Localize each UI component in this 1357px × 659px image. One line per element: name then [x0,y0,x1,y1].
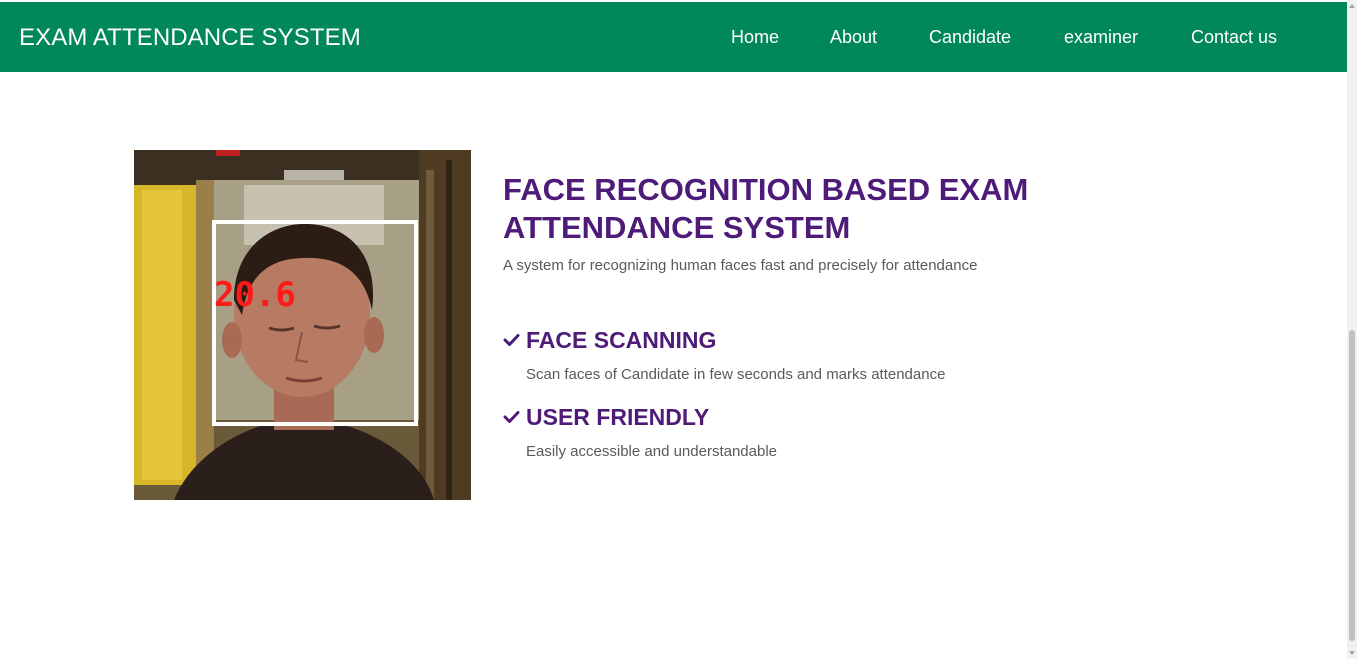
page-title: FACE RECOGNITION BASED EXAM ATTENDANCE S… [503,172,1029,245]
face-score-label: 20.6 [214,275,296,315]
feature-description: Scan faces of Candidate in few seconds a… [526,366,946,383]
brand-title[interactable]: EXAM ATTENDANCE SYSTEM [19,23,361,53]
nav-item-contact-us[interactable]: Contact us [1191,25,1277,49]
nav-item-home[interactable]: Home [731,25,779,49]
nav-item-about[interactable]: About [830,25,877,49]
scroll-down-arrow-icon[interactable] [1349,651,1355,655]
scroll-up-arrow-icon[interactable] [1349,4,1355,8]
scrollbar-thumb[interactable] [1349,330,1355,641]
feature-description: Easily accessible and understandable [526,443,777,460]
face-recognition-photo: 20.6 [134,150,471,500]
check-icon [503,334,520,346]
page-subtitle: A system for recognizing human faces fas… [503,257,978,274]
feature-user-friendly-heading: USER FRIENDLY [503,403,709,431]
check-icon [503,411,520,423]
feature-title: USER FRIENDLY [526,404,710,430]
vertical-scrollbar[interactable] [1347,0,1357,659]
feature-face-scanning-heading: FACE SCANNING [503,326,716,354]
nav-item-examiner[interactable]: examiner [1064,25,1138,49]
page: EXAM ATTENDANCE SYSTEM Home About Candid… [0,0,1357,659]
feature-title: FACE SCANNING [526,327,717,353]
nav-item-candidate[interactable]: Candidate [929,25,1011,49]
navbar: EXAM ATTENDANCE SYSTEM Home About Candid… [0,2,1347,72]
